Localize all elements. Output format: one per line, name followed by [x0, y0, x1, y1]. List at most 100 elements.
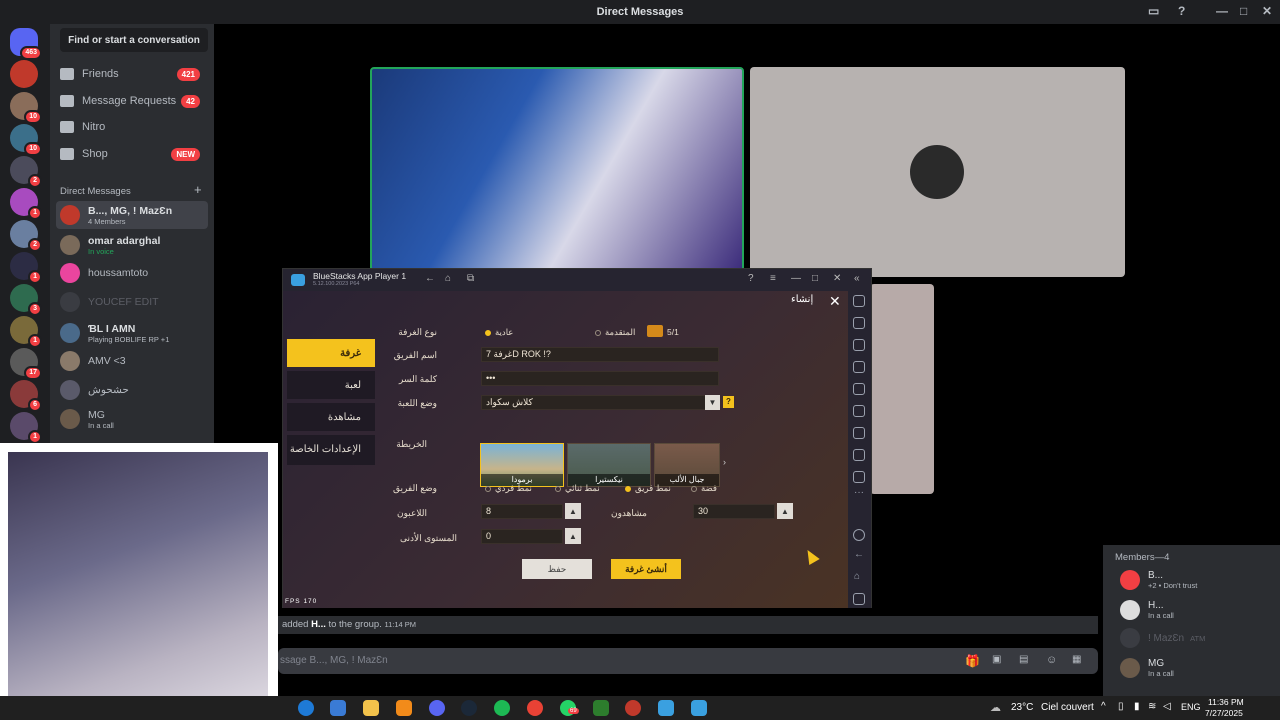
server-icon[interactable]: 1 [10, 252, 42, 284]
back-icon[interactable]: ← [854, 549, 864, 560]
home-icon[interactable]: ⌂ [445, 273, 451, 284]
game-mode-select[interactable]: كلاش سكواد [481, 395, 719, 410]
dm-item[interactable]: houssamtoto [56, 259, 208, 287]
dm-item[interactable]: omar adarghal In voice [56, 231, 208, 259]
sidebar-item-friends[interactable]: Friends 421 [56, 62, 208, 86]
team-mode-squad[interactable]: نمط فريق [625, 483, 671, 494]
edge-icon[interactable] [298, 700, 314, 716]
dm-item[interactable]: B..., MG, ! MazƐn 4 Members [56, 201, 208, 229]
dm-item[interactable]: MG In a call [56, 405, 208, 433]
usb-icon[interactable]: ▯ [1118, 701, 1124, 712]
sidebar-item-nitro[interactable]: Nitro [56, 115, 208, 139]
server-icon[interactable]: 17 [10, 348, 42, 380]
member-item[interactable]: H... In a call [1120, 597, 1270, 623]
help-icon[interactable]: ? [748, 273, 754, 284]
find-conversation-input[interactable]: Find or start a conversation [60, 28, 208, 52]
video-tile-user[interactable] [750, 67, 1125, 277]
sidebar-item-shop[interactable]: Shop NEW [56, 142, 208, 166]
min-level-input[interactable]: 0 [481, 529, 563, 544]
member-item[interactable]: B... +2 • Don't trust [1120, 567, 1270, 593]
video-tile-streamer[interactable] [370, 67, 744, 277]
help-icon[interactable]: ? [723, 396, 734, 408]
shake-icon[interactable] [853, 427, 865, 439]
chevron-down-icon[interactable]: ▼ [705, 395, 720, 410]
dm-item[interactable]: حشحوش [56, 376, 208, 404]
member-item[interactable]: MG In a call [1120, 655, 1270, 681]
players-input[interactable]: 8 [481, 504, 563, 519]
discord-icon[interactable] [429, 700, 445, 716]
team-mode-duo[interactable]: نمط ثنائي [555, 483, 600, 494]
map-alpine[interactable]: جبال الألب [654, 443, 720, 487]
home-icon[interactable]: ⌂ [854, 571, 860, 582]
whatsapp-icon[interactable]: 69 [560, 700, 579, 716]
emoji-icon[interactable]: ☺ [1046, 654, 1057, 666]
server-icon[interactable]: 1 [10, 188, 42, 220]
server-icon[interactable]: 2 [10, 156, 42, 188]
save-button[interactable]: حفظ [522, 559, 592, 579]
dm-item[interactable]: AMV <3 [56, 347, 208, 375]
tab-room[interactable]: غرفة [287, 339, 375, 367]
minimize-icon[interactable]: — [791, 273, 801, 284]
close-icon[interactable]: ✕ [833, 273, 841, 284]
min-level-stepper-icon[interactable]: ▲ [565, 528, 581, 544]
recorder-icon[interactable] [625, 700, 641, 716]
chrome-icon[interactable] [527, 700, 543, 716]
help-icon[interactable]: ? [1178, 4, 1185, 18]
back-icon[interactable]: ← [425, 273, 435, 284]
map-nextera[interactable]: نيكستيرا [567, 443, 651, 487]
fullscreen-icon[interactable] [853, 295, 865, 307]
password-input[interactable]: ••• [481, 371, 719, 386]
gift-icon[interactable]: 🎁 [965, 654, 980, 668]
gear-icon[interactable] [853, 529, 865, 541]
sidebar-item-message-requests[interactable]: Message Requests 42 [56, 89, 208, 113]
sticker-icon[interactable]: ▤ [1019, 654, 1028, 665]
collapse-icon[interactable]: « [854, 273, 860, 284]
video-tile-user[interactable] [870, 284, 934, 494]
tray-chevron-icon[interactable]: ^ [1101, 701, 1106, 712]
team-mode-silver[interactable]: فضة [691, 483, 717, 494]
inbox-icon[interactable]: ▭ [1148, 4, 1159, 18]
member-item[interactable]: ! MazƐn ATM [1120, 625, 1270, 651]
room-type-advanced[interactable]: المتقدمة [595, 327, 635, 338]
tab-game[interactable]: لعبة [287, 371, 375, 399]
tab-spectate[interactable]: مشاهدة [287, 403, 375, 431]
vlc-icon[interactable] [396, 700, 412, 716]
wifi-icon[interactable]: ≋ [1148, 701, 1156, 712]
spotify-icon[interactable] [494, 700, 510, 716]
screenshot-icon[interactable] [853, 361, 865, 373]
maximize-icon[interactable]: □ [812, 273, 818, 284]
volume-icon[interactable] [853, 317, 865, 329]
map-bermuda[interactable]: برمودا [480, 443, 564, 487]
chevron-right-icon[interactable]: › [723, 457, 726, 467]
discord-home-icon[interactable]: 463 [10, 28, 42, 60]
close-icon[interactable]: ✕ [1262, 4, 1272, 18]
bluestacks-icon[interactable] [658, 700, 674, 716]
gif-icon[interactable]: ▣ [992, 654, 1001, 665]
media-icon[interactable] [853, 449, 865, 461]
steam-icon[interactable] [461, 700, 477, 716]
bluestacks-icon[interactable] [691, 700, 707, 716]
recent-apps-icon[interactable] [853, 593, 865, 605]
dm-item[interactable]: YOUCEF EDIT [56, 288, 208, 316]
eco-mode-icon[interactable] [853, 471, 865, 483]
create-room-button[interactable]: أنشئ غرفة [611, 559, 681, 579]
server-icon[interactable]: 10 [10, 92, 42, 124]
add-dm-icon[interactable]: + [194, 182, 202, 197]
volume-icon[interactable]: ◁ [1163, 701, 1171, 712]
server-icon[interactable] [10, 60, 38, 88]
keyboard-icon[interactable] [853, 339, 865, 351]
server-icon[interactable]: 1 [10, 412, 42, 444]
minimize-icon[interactable]: — [1216, 4, 1228, 18]
spectators-stepper-icon[interactable]: ▲ [777, 503, 793, 519]
macro-icon[interactable] [853, 405, 865, 417]
menu-icon[interactable]: ≡ [770, 273, 776, 284]
team-mode-solo[interactable]: نمط فردي [485, 483, 532, 494]
mic-icon[interactable]: ▮ [1134, 701, 1140, 712]
game-icon[interactable]: ▦ [1072, 654, 1081, 665]
maximize-icon[interactable]: □ [1240, 4, 1247, 18]
server-icon[interactable]: 6 [10, 380, 42, 412]
folder-icon[interactable] [363, 700, 379, 716]
team-name-input[interactable]: غرفة 7D ROK !? [481, 347, 719, 362]
more-icon[interactable]: ··· [854, 487, 864, 498]
multi-instance-icon[interactable]: ⧉ [467, 273, 474, 284]
